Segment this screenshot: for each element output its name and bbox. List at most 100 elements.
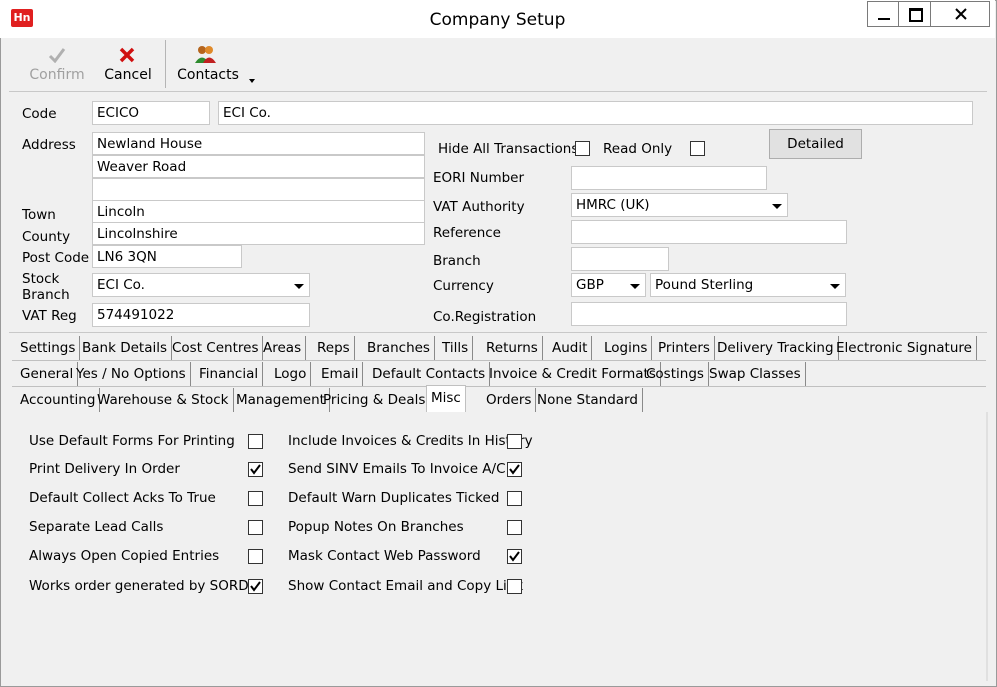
address-line1-field[interactable]: Newland House — [92, 132, 425, 155]
town-label: Town — [22, 207, 56, 223]
title-bar: Hn Company Setup — [0, 0, 995, 38]
option-checkbox-default-warn-duplicates-ticked[interactable] — [507, 491, 522, 506]
tab-warehouse-and-stock[interactable]: Warehouse & Stock — [93, 388, 234, 412]
reference-field[interactable] — [571, 220, 847, 244]
option-label-separate-lead-calls: Separate Lead Calls — [29, 519, 164, 535]
branch-field[interactable] — [571, 247, 669, 271]
eori-field[interactable] — [571, 166, 767, 190]
tab-areas[interactable]: Areas — [259, 336, 307, 360]
currency-name-select[interactable]: Pound Sterling — [650, 273, 846, 297]
chevron-down-icon — [630, 284, 640, 289]
window-title: Company Setup — [429, 10, 566, 30]
town-field[interactable]: Lincoln — [92, 200, 425, 223]
option-checkbox-separate-lead-calls[interactable] — [248, 520, 263, 535]
tab-row-3: Accounting Warehouse & Stock Management Pri… — [12, 385, 986, 413]
tab-settings[interactable]: Settings — [16, 336, 81, 360]
tab-logins[interactable]: Logins — [600, 336, 653, 360]
currency-label: Currency — [433, 278, 494, 294]
tab-yes-no-options[interactable]: Yes / No Options — [72, 362, 191, 386]
option-checkbox-send-sinv-emails-to-invoice-a-c[interactable] — [507, 462, 522, 477]
minimize-button[interactable] — [867, 1, 899, 27]
option-label-print-delivery-in-order: Print Delivery In Order — [29, 461, 180, 477]
address-line3-field[interactable] — [92, 178, 425, 201]
tab-logo[interactable]: Logo — [270, 362, 312, 386]
postcode-field[interactable]: LN6 3QN — [92, 245, 242, 268]
currency-name-value: Pound Sterling — [655, 277, 754, 293]
tab-email[interactable]: Email — [317, 362, 364, 386]
code-field[interactable]: ECICO — [92, 101, 210, 125]
eori-label: EORI Number — [433, 170, 525, 186]
tab-returns[interactable]: Returns — [482, 336, 543, 360]
address-line2-field[interactable]: Weaver Road — [92, 155, 425, 178]
tab-financial[interactable]: Financial — [195, 362, 264, 386]
vat-reg-field[interactable]: 574491022 — [92, 303, 310, 327]
option-checkbox-mask-contact-web-password[interactable] — [507, 549, 522, 564]
tab-delivery-tracking[interactable]: Delivery Tracking — [713, 336, 839, 360]
cancel-label: Cancel — [104, 67, 152, 83]
reference-label: Reference — [433, 225, 501, 241]
chevron-down-icon — [294, 284, 304, 289]
checkmark-icon — [509, 551, 520, 562]
confirm-label: Confirm — [29, 67, 85, 83]
option-checkbox-use-default-forms-for-printing[interactable] — [248, 434, 263, 449]
contacts-dropdown-icon[interactable] — [249, 79, 255, 83]
vat-authority-select[interactable]: HMRC (UK) — [571, 193, 788, 217]
option-label-send-sinv-emails-to-invoice-a-c: Send SINV Emails To Invoice A/C — [288, 461, 506, 477]
tab-misc[interactable]: Misc — [426, 385, 466, 413]
tab-orders[interactable]: Orders — [482, 388, 537, 412]
option-checkbox-popup-notes-on-branches[interactable] — [507, 520, 522, 535]
tab-general[interactable]: General — [16, 362, 79, 386]
contacts-button[interactable]: Contacts — [168, 39, 262, 89]
option-checkbox-always-open-copied-entries[interactable] — [248, 549, 263, 564]
tab-swap-classes[interactable]: Swap Classes — [705, 362, 806, 386]
contacts-label: Contacts — [177, 67, 239, 83]
option-checkbox-show-contact-email-and-copy-link[interactable] — [507, 579, 522, 594]
currency-code-select[interactable]: GBP — [571, 273, 646, 297]
checkmark-icon — [48, 48, 66, 63]
stock-branch-value: ECI Co. — [97, 277, 145, 293]
tab-audit[interactable]: Audit — [548, 336, 593, 360]
county-field[interactable]: Lincolnshire — [92, 222, 425, 245]
tab-cost-centres[interactable]: Cost Centres — [168, 336, 264, 360]
checkmark-icon — [509, 464, 520, 475]
tab-management[interactable]: Management — [232, 388, 330, 412]
tab-pricing-and-deals[interactable]: Pricing & Deals — [319, 388, 431, 412]
detailed-button[interactable]: Detailed — [769, 129, 862, 159]
contacts-icon — [195, 46, 216, 63]
tab-default-contacts[interactable]: Default Contacts — [368, 362, 491, 386]
chevron-down-icon — [772, 204, 782, 209]
vat-reg-label: VAT Reg — [22, 308, 77, 324]
tab-bank-details[interactable]: Bank Details — [78, 336, 173, 360]
stock-branch-select[interactable]: ECI Co. — [92, 273, 310, 297]
option-checkbox-print-delivery-in-order[interactable] — [248, 462, 263, 477]
stock-branch-label-line2: Branch — [22, 287, 70, 303]
hide-all-transactions-checkbox[interactable] — [575, 141, 590, 156]
address-label: Address — [22, 137, 76, 153]
option-checkbox-default-collect-acks-to-true[interactable] — [248, 491, 263, 506]
tab-accounting[interactable]: Accounting — [16, 388, 101, 412]
tab-reps[interactable]: Reps — [313, 336, 355, 360]
maximize-button[interactable] — [898, 1, 931, 27]
cancel-button[interactable]: Cancel — [96, 39, 160, 89]
postcode-label: Post Code — [22, 250, 90, 266]
read-only-checkbox[interactable] — [690, 141, 705, 156]
tab-branches[interactable]: Branches — [363, 336, 435, 360]
currency-code-value: GBP — [576, 277, 604, 293]
tab-electronic-signature[interactable]: Electronic Signature — [832, 336, 977, 360]
close-button[interactable] — [930, 1, 990, 27]
confirm-button[interactable]: Confirm — [20, 39, 94, 89]
tab-invoice-and-credit-formats[interactable]: Invoice & Credit Formats — [485, 362, 661, 386]
tab-printers[interactable]: Printers — [654, 336, 715, 360]
coreg-field[interactable] — [571, 302, 847, 326]
tab-costings[interactable]: Costings — [642, 362, 709, 386]
option-checkbox-works-order-generated-by-sord[interactable] — [248, 579, 263, 594]
tab-tills[interactable]: Tills — [438, 336, 474, 360]
tab-none-standard[interactable]: None Standard — [533, 388, 643, 412]
vat-authority-label: VAT Authority — [433, 199, 525, 215]
option-label-popup-notes-on-branches: Popup Notes On Branches — [288, 519, 464, 535]
county-label: County — [22, 229, 71, 245]
cancel-x-icon — [119, 47, 135, 63]
company-name-field[interactable]: ECI Co. — [218, 101, 973, 125]
option-checkbox-include-invoices-and-credits-in-history[interactable] — [507, 434, 522, 449]
stock-branch-label: Stock Branch — [22, 271, 70, 303]
